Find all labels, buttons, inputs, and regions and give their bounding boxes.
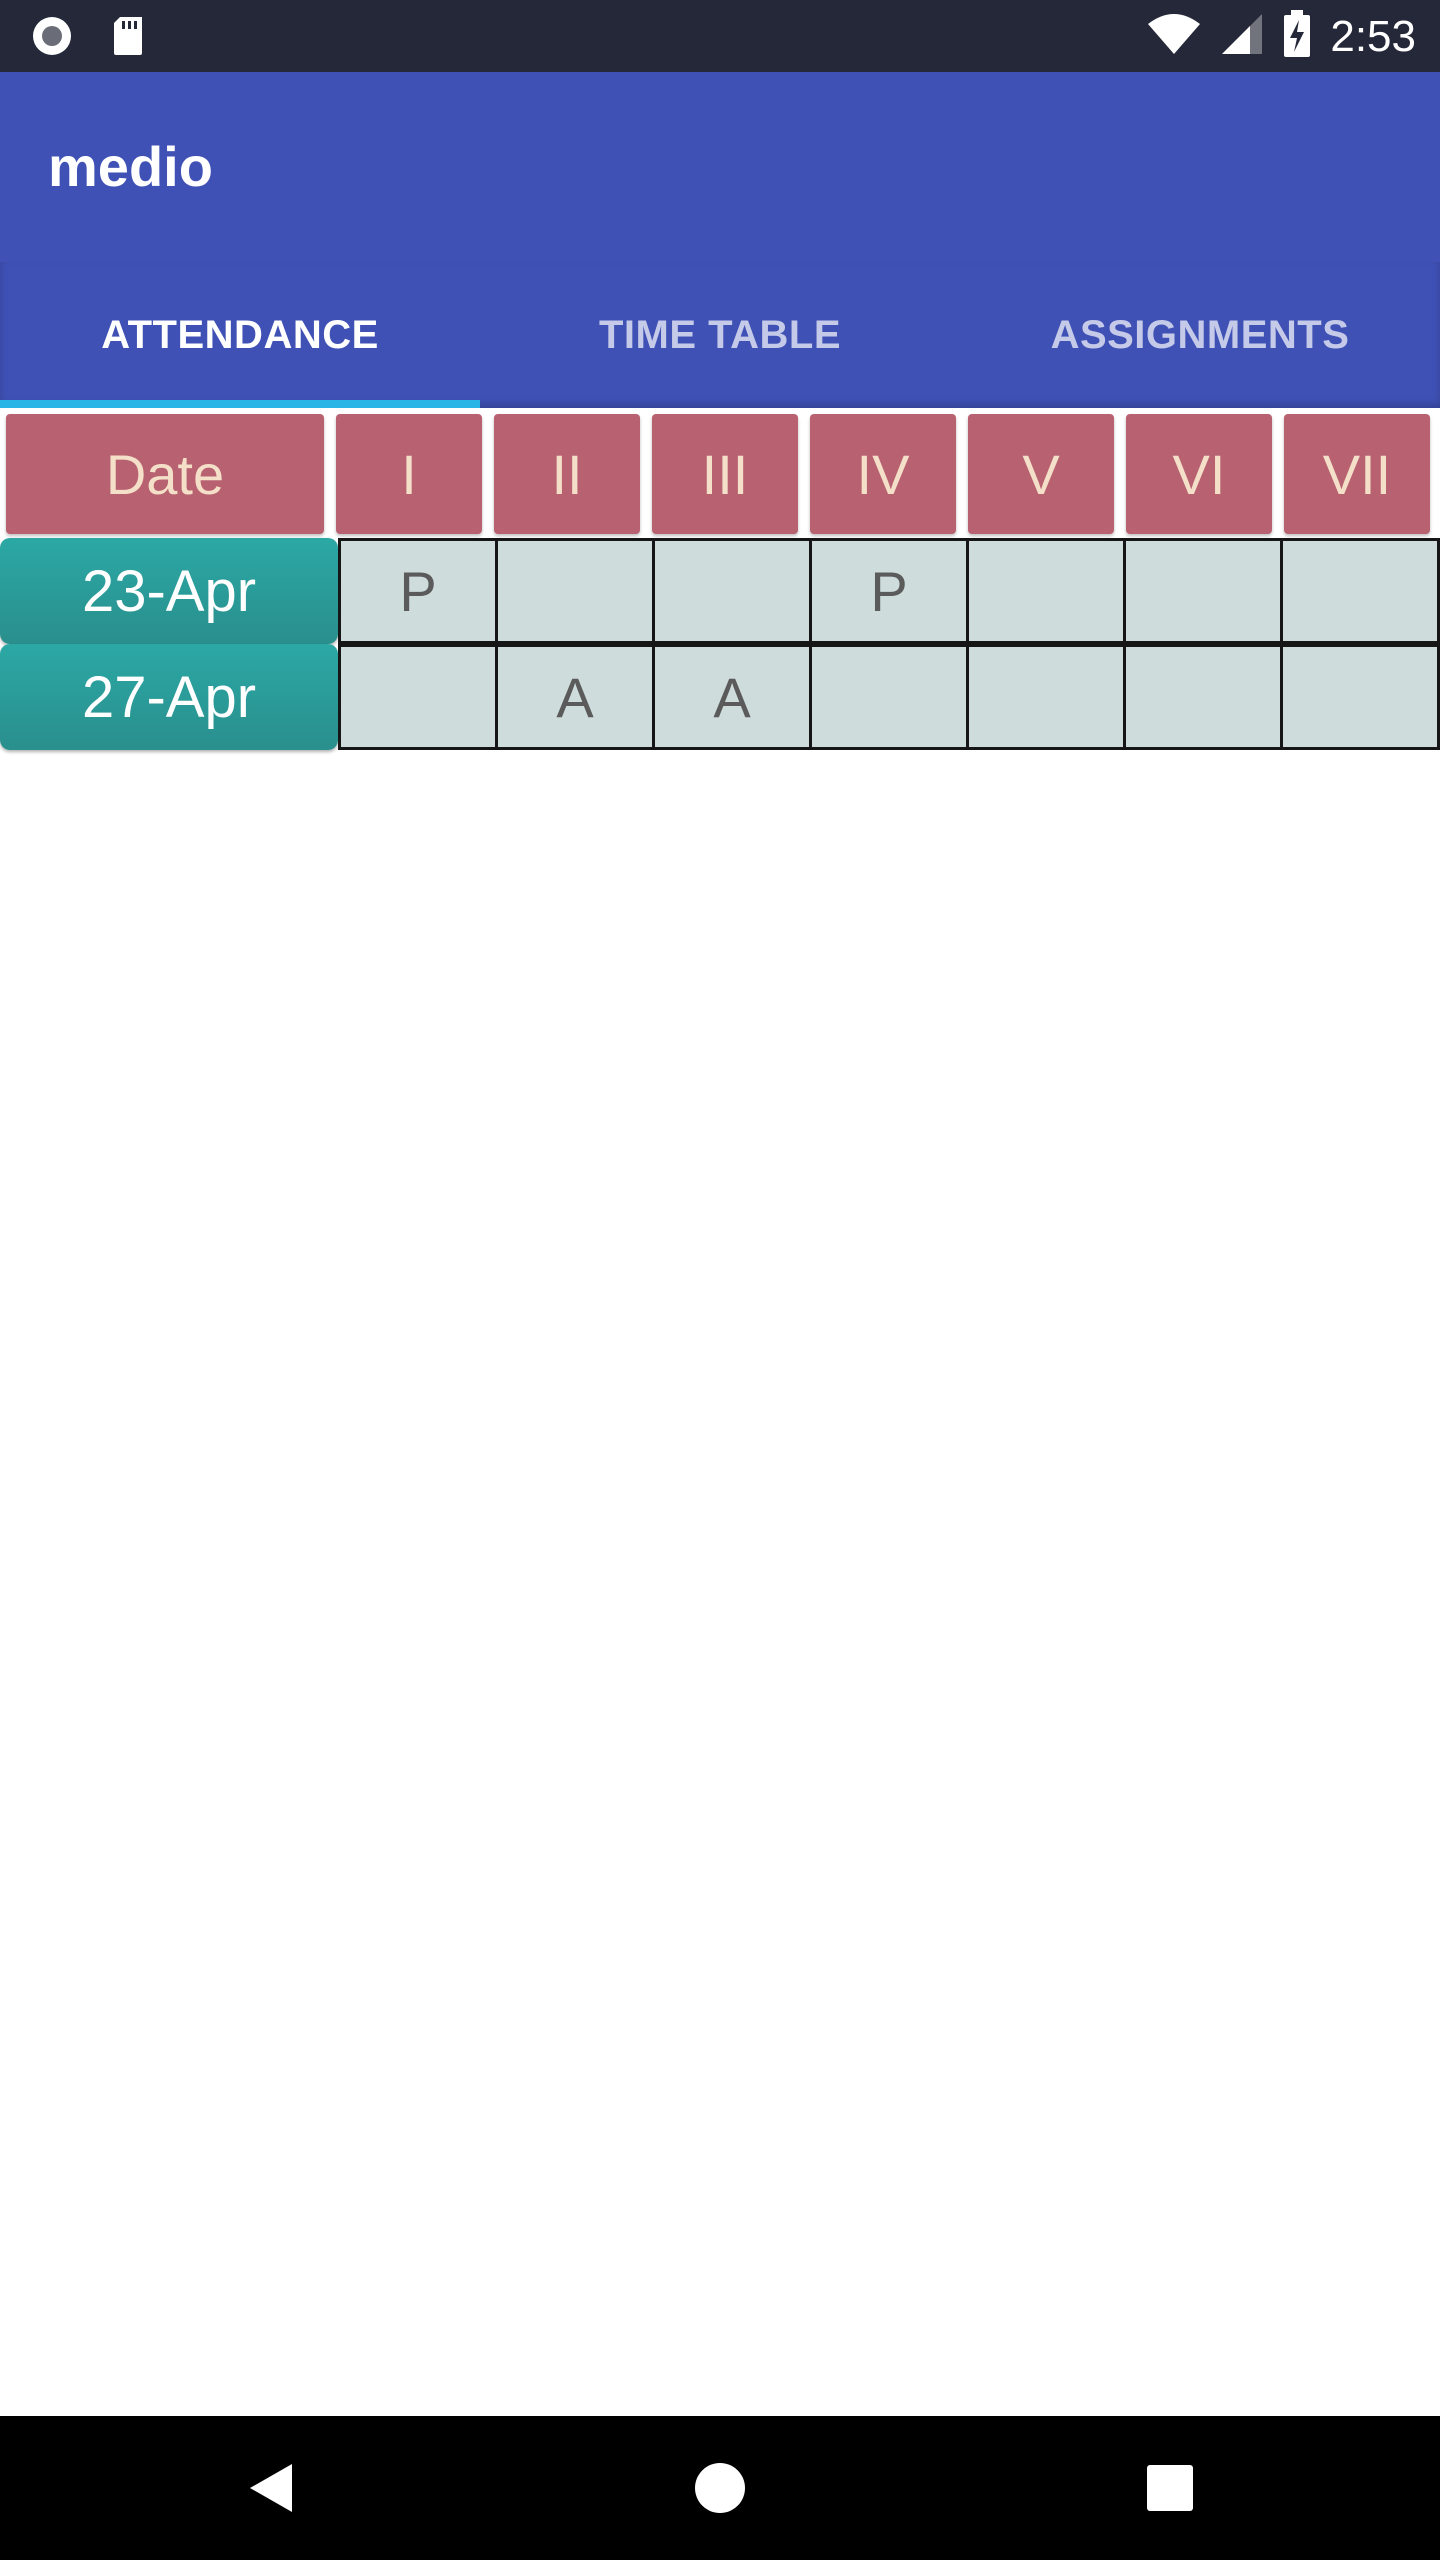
attendance-cell[interactable] <box>1123 538 1283 644</box>
header-period-2: II <box>494 414 640 534</box>
home-icon[interactable] <box>692 2460 748 2516</box>
attendance-cell[interactable] <box>809 644 969 750</box>
status-time: 2:53 <box>1330 11 1416 61</box>
row-date[interactable]: 27-Apr <box>0 644 338 750</box>
tab-attendance[interactable]: ATTENDANCE <box>0 262 480 408</box>
header-period-5: V <box>968 414 1114 534</box>
header-period-1: I <box>336 414 482 534</box>
wifi-icon <box>1146 12 1202 61</box>
header-row: Date I II III IV V VI VII <box>0 414 1440 534</box>
attendance-cell[interactable] <box>966 644 1126 750</box>
tab-assignments[interactable]: ASSIGNMENTS <box>960 262 1440 408</box>
header-period-3: III <box>652 414 798 534</box>
attendance-cell[interactable]: P <box>809 538 969 644</box>
attendance-cell[interactable]: A <box>652 644 812 750</box>
back-icon[interactable] <box>244 2460 300 2516</box>
header-period-7: VII <box>1284 414 1430 534</box>
tab-label: TIME TABLE <box>598 312 841 357</box>
app-bar: medio <box>0 72 1440 262</box>
attendance-cell[interactable] <box>1123 644 1283 750</box>
app-title: medio <box>48 135 213 198</box>
header-period-4: IV <box>810 414 956 534</box>
battery-charging-icon <box>1282 10 1312 63</box>
attendance-cell[interactable] <box>1280 644 1440 750</box>
table-row: 27-Apr A A <box>0 644 1440 750</box>
attendance-cell[interactable]: A <box>495 644 655 750</box>
navigation-bar <box>0 2416 1440 2560</box>
tab-bar: ATTENDANCE TIME TABLE ASSIGNMENTS <box>0 262 1440 408</box>
status-bar: 2:53 <box>0 0 1440 72</box>
recents-icon[interactable] <box>1142 2460 1198 2516</box>
tab-label: ASSIGNMENTS <box>1050 312 1350 357</box>
tab-indicator <box>0 400 480 408</box>
tab-label: ATTENDANCE <box>101 312 379 357</box>
status-left-icons <box>30 14 146 63</box>
sd-card-icon <box>110 15 146 62</box>
attendance-cell[interactable] <box>652 538 812 644</box>
header-date: Date <box>6 414 324 534</box>
tab-time-table[interactable]: TIME TABLE <box>480 262 960 408</box>
header-period-6: VI <box>1126 414 1272 534</box>
row-date[interactable]: 23-Apr <box>0 538 338 644</box>
attendance-cell[interactable] <box>1280 538 1440 644</box>
signal-icon <box>1220 12 1264 61</box>
attendance-cell[interactable]: P <box>338 538 498 644</box>
attendance-cell[interactable] <box>495 538 655 644</box>
status-right: 2:53 <box>1146 10 1416 63</box>
attendance-cell[interactable] <box>966 538 1126 644</box>
record-icon <box>30 14 74 63</box>
table-row: 23-Apr P P <box>0 538 1440 644</box>
attendance-cell[interactable] <box>338 644 498 750</box>
